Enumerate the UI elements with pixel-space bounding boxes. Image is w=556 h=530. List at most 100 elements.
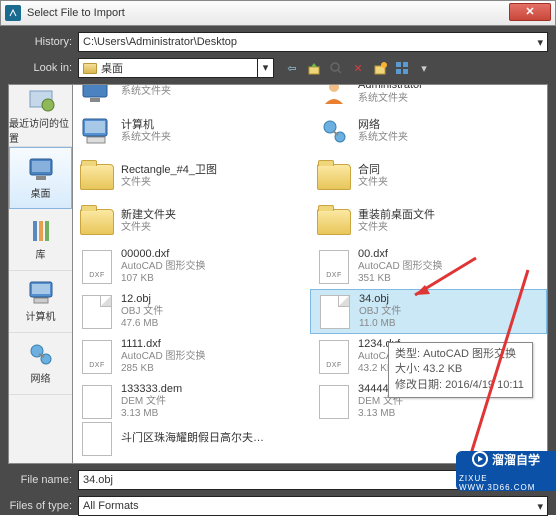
tooltip-size: 大小: 43.2 KB bbox=[395, 362, 526, 377]
filetype-select[interactable]: All Formats ▾ bbox=[78, 496, 548, 516]
file-item[interactable]: 新建文件夹文件夹 bbox=[73, 199, 310, 244]
titlebar[interactable]: Select File to Import ✕ bbox=[0, 0, 556, 26]
file-name: Rectangle_#4_卫图 bbox=[121, 164, 217, 177]
file-column-left: 系统文件夹 计算机系统文件夹 Rectangle_#4_卫图文件夹 新 bbox=[73, 85, 310, 463]
filetype-label: Files of type: bbox=[8, 500, 78, 512]
file-item[interactable]: 重装前桌面文件文件夹 bbox=[310, 199, 547, 244]
history-value: C:\Users\Administrator\Desktop bbox=[83, 36, 237, 48]
up-icon[interactable] bbox=[306, 60, 322, 76]
obj-icon bbox=[320, 295, 350, 329]
dropdown-icon[interactable]: ▾ bbox=[537, 500, 543, 513]
file-item[interactable]: Administrator系统文件夹 bbox=[310, 84, 547, 109]
place-label: 库 bbox=[36, 246, 46, 261]
delete-icon[interactable]: ✕ bbox=[350, 60, 366, 76]
file-item[interactable]: 计算机系统文件夹 bbox=[73, 109, 310, 154]
file-name: 网络 bbox=[358, 119, 408, 132]
back-icon[interactable]: ⇦ bbox=[284, 60, 300, 76]
desktop-icon bbox=[26, 157, 56, 183]
library-icon bbox=[26, 218, 56, 244]
file-item[interactable]: DXF 00000.dxfAutoCAD 图形交换107 KB bbox=[73, 244, 310, 289]
file-item[interactable]: 133333.demDEM 文件3.13 MB bbox=[73, 379, 310, 424]
dialog-title: Select File to Import bbox=[27, 7, 125, 19]
filetype-row: Files of type: All Formats ▾ bbox=[8, 496, 548, 516]
dem-icon bbox=[319, 385, 349, 419]
lookin-dropdown[interactable]: ▾ bbox=[258, 58, 274, 78]
file-name: 00000.dxf bbox=[121, 248, 205, 261]
file-name: 00.dxf bbox=[358, 248, 442, 261]
file-name: 重装前桌面文件 bbox=[358, 209, 435, 222]
file-item[interactable]: 网络系统文件夹 bbox=[310, 109, 547, 154]
file-sub: 文件夹 bbox=[121, 222, 176, 234]
places-bar: 最近访问的位置 桌面 库 计算机 网络 bbox=[8, 84, 73, 464]
file-sub: OBJ 文件 bbox=[121, 306, 163, 318]
user-icon bbox=[319, 84, 349, 106]
dxf-icon: DXF bbox=[82, 250, 112, 284]
file-sub: DEM 文件 bbox=[121, 396, 182, 408]
place-network[interactable]: 网络 bbox=[9, 333, 72, 395]
computer-icon bbox=[81, 117, 113, 147]
close-button[interactable]: ✕ bbox=[509, 3, 551, 21]
newfolder-icon[interactable] bbox=[372, 60, 388, 76]
file-size: 107 KB bbox=[121, 273, 205, 285]
file-item[interactable]: 12.objOBJ 文件47.6 MB bbox=[73, 289, 310, 334]
file-item[interactable]: Rectangle_#4_卫图文件夹 bbox=[73, 154, 310, 199]
network-icon bbox=[26, 342, 56, 368]
file-sub: AutoCAD 图形交换 bbox=[121, 261, 205, 273]
dxf-icon: DXF bbox=[319, 250, 349, 284]
file-item[interactable]: 斗门区珠海耀朗假日高尔夫球会DEM.dem bbox=[73, 424, 310, 454]
file-sub: 系统文件夹 bbox=[358, 132, 408, 144]
history-label: History: bbox=[8, 36, 78, 48]
watermark: 溜溜自学 ZIXUE WWW.3D66.COM bbox=[456, 451, 556, 491]
filetype-value: All Formats bbox=[83, 500, 139, 512]
folder-icon bbox=[80, 209, 114, 235]
folder-icon bbox=[83, 63, 97, 74]
watermark-title: 溜溜自学 bbox=[492, 451, 540, 468]
watermark-url: ZIXUE WWW.3D66.COM bbox=[459, 474, 553, 492]
file-name: 1111.dxf bbox=[121, 338, 205, 351]
dem-icon bbox=[82, 422, 112, 456]
lookin-select[interactable]: 桌面 bbox=[78, 58, 258, 78]
computer-icon bbox=[26, 280, 56, 306]
dxf-icon: DXF bbox=[82, 340, 112, 374]
tooltip-type: 类型: AutoCAD 图形交换 bbox=[395, 347, 526, 362]
place-label: 桌面 bbox=[31, 185, 51, 200]
place-computer[interactable]: 计算机 bbox=[9, 271, 72, 333]
file-item[interactable]: DXF 1111.dxfAutoCAD 图形交换285 KB bbox=[73, 334, 310, 379]
file-size: 351 KB bbox=[358, 273, 442, 285]
dxf-icon: DXF bbox=[319, 340, 349, 374]
view-icon[interactable] bbox=[394, 60, 410, 76]
tooltip: 类型: AutoCAD 图形交换 大小: 43.2 KB 修改日期: 2016/… bbox=[388, 342, 533, 398]
place-library[interactable]: 库 bbox=[9, 209, 72, 271]
view-dropdown-icon[interactable]: ▾ bbox=[416, 60, 432, 76]
file-sub: 系统文件夹 bbox=[121, 86, 171, 98]
place-desktop[interactable]: 桌面 bbox=[9, 147, 72, 209]
filename-label: File name: bbox=[8, 474, 78, 486]
search-icon[interactable] bbox=[328, 60, 344, 76]
play-icon bbox=[472, 451, 488, 467]
place-recent[interactable]: 最近访问的位置 bbox=[9, 85, 72, 147]
file-size: 11.0 MB bbox=[359, 318, 401, 330]
file-item[interactable]: 系统文件夹 bbox=[73, 84, 310, 109]
file-item[interactable]: 合同文件夹 bbox=[310, 154, 547, 199]
file-name: Administrator bbox=[358, 84, 423, 93]
dropdown-icon[interactable]: ▾ bbox=[537, 36, 543, 49]
file-size: 3.13 MB bbox=[121, 408, 182, 420]
dem-icon bbox=[82, 385, 112, 419]
file-sub: AutoCAD 图形交换 bbox=[358, 261, 442, 273]
recent-icon bbox=[26, 87, 56, 113]
file-sub: 文件夹 bbox=[358, 177, 388, 189]
obj-icon bbox=[82, 295, 112, 329]
file-sub: AutoCAD 图形交换 bbox=[121, 351, 205, 363]
main-area: 最近访问的位置 桌面 库 计算机 网络 bbox=[8, 84, 548, 464]
file-size: 3.13 MB bbox=[358, 408, 462, 420]
file-list[interactable]: 系统文件夹 计算机系统文件夹 Rectangle_#4_卫图文件夹 新 bbox=[73, 84, 548, 464]
file-name: 合同 bbox=[358, 164, 388, 177]
file-item-selected[interactable]: 34.objOBJ 文件11.0 MB bbox=[310, 289, 547, 334]
file-size: 47.6 MB bbox=[121, 318, 163, 330]
file-item[interactable]: DXF 00.dxfAutoCAD 图形交换351 KB bbox=[310, 244, 547, 289]
history-input[interactable]: C:\Users\Administrator\Desktop ▾ bbox=[78, 32, 548, 52]
file-sub: 系统文件夹 bbox=[358, 93, 423, 105]
folder-icon bbox=[80, 164, 114, 190]
file-name: 斗门区珠海耀朗假日高尔夫球会DEM.dem bbox=[121, 432, 271, 445]
file-sub: 文件夹 bbox=[121, 177, 217, 189]
